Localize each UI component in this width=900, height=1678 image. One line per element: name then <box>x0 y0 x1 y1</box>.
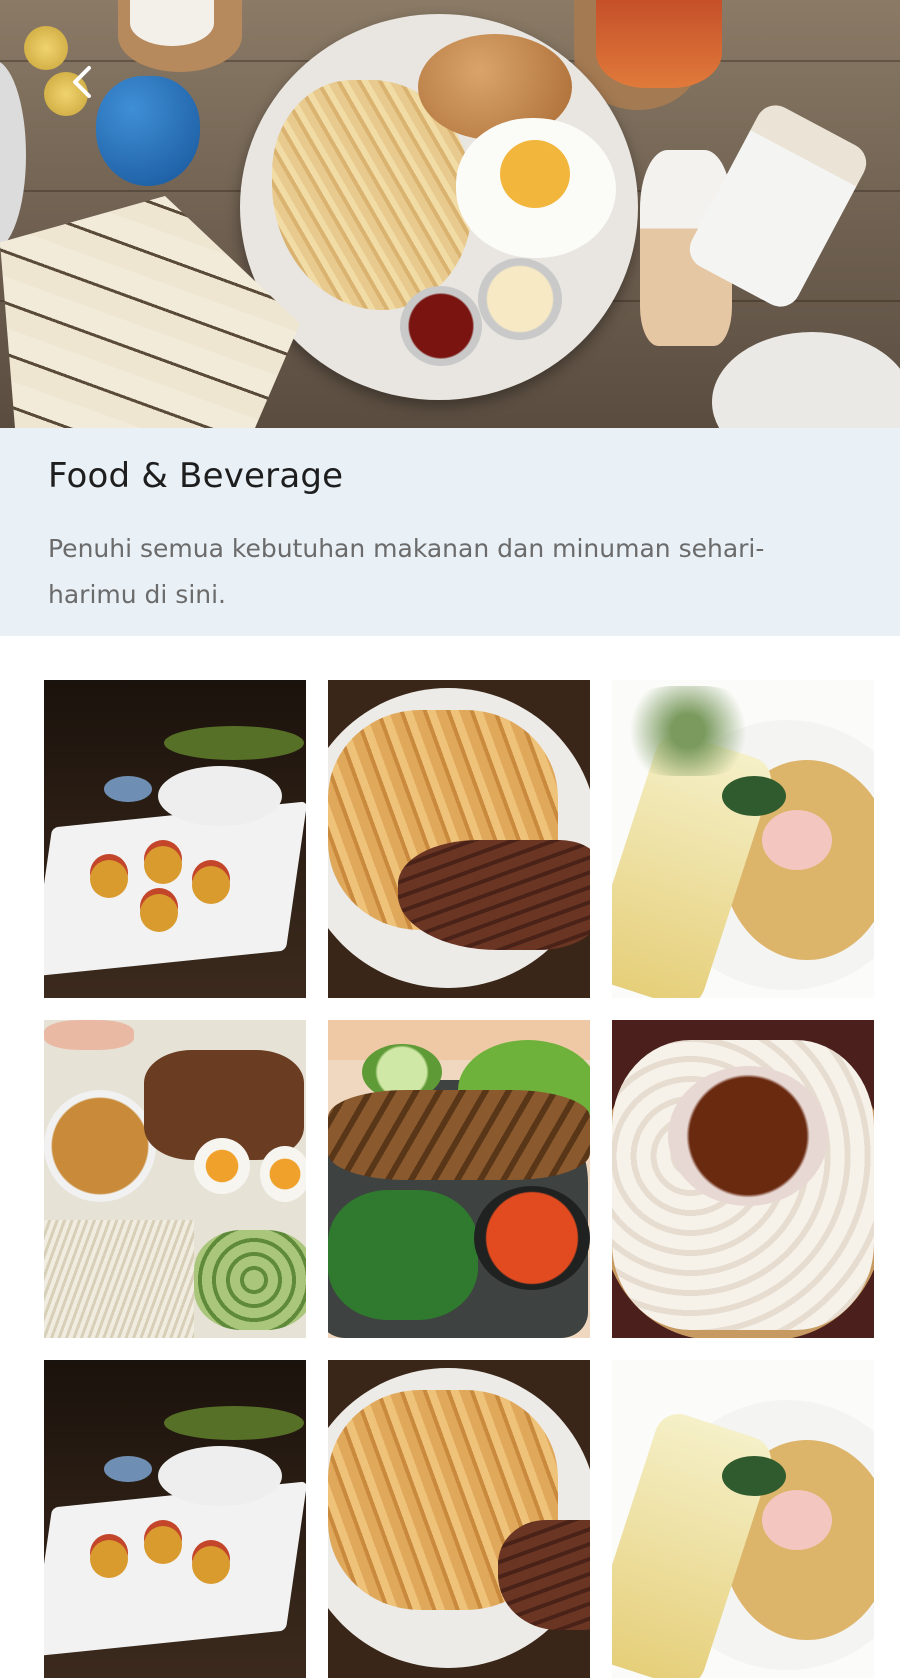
cup <box>130 0 214 46</box>
small-bowl <box>104 776 152 802</box>
herbs <box>164 1406 304 1440</box>
gallery-tile-gado-gado[interactable] <box>44 1020 306 1338</box>
bowl <box>158 766 282 826</box>
egg-yolk <box>500 140 570 208</box>
plate <box>44 1481 306 1657</box>
side-plate <box>0 60 26 250</box>
bruschetta-bite <box>192 1546 230 1584</box>
herbs <box>618 686 758 776</box>
food-gallery <box>0 636 900 1678</box>
category-description: Penuhi semua kebutuhan makanan dan minum… <box>48 534 765 609</box>
gallery-tile-fried-fish[interactable] <box>328 1020 590 1338</box>
category-title: Food & Beverage <box>48 456 344 496</box>
bean-sprouts <box>44 1220 194 1338</box>
peanut-sauce <box>44 1090 156 1202</box>
shrimp-ball <box>762 810 832 870</box>
basil <box>328 1190 478 1320</box>
herbs <box>164 726 304 760</box>
mayo-dip <box>478 258 562 340</box>
egg <box>194 1138 250 1194</box>
gallery-tile-rice-crackers[interactable] <box>612 1020 874 1338</box>
back-button[interactable] <box>58 58 106 106</box>
cucumber <box>194 1230 306 1330</box>
hero-image <box>0 0 900 428</box>
bruschetta-bite <box>144 846 182 884</box>
herb-leaf <box>722 1456 786 1496</box>
herb-leaf <box>722 776 786 816</box>
plate <box>44 801 306 977</box>
gallery-tile-bruschetta[interactable] <box>44 1360 306 1678</box>
gallery-tile-fries-steak[interactable] <box>328 1360 590 1678</box>
small-bowl <box>104 1456 152 1482</box>
gallery-tile-garlic-bread[interactable] <box>612 680 874 998</box>
gallery-tile-garlic-bread[interactable] <box>612 1360 874 1678</box>
chevron-left-icon <box>69 65 95 99</box>
fried-fish <box>328 1090 590 1180</box>
sambal <box>474 1186 590 1290</box>
gallery-tile-fries-steak[interactable] <box>328 680 590 998</box>
bruschetta-bite <box>90 1540 128 1578</box>
bruschetta-bite <box>144 1526 182 1564</box>
bruschetta-bite <box>90 860 128 898</box>
steak <box>398 840 590 950</box>
bruschetta-bite <box>140 894 178 932</box>
shrimp-ball <box>762 1490 832 1550</box>
cracker <box>44 1020 134 1050</box>
sambal-bowl <box>668 1066 828 1206</box>
bowl <box>158 1446 282 1506</box>
side-bowl <box>712 332 900 428</box>
drink-glass <box>596 0 722 88</box>
egg <box>260 1146 306 1202</box>
gallery-tile-bruschetta[interactable] <box>44 680 306 998</box>
ketchup-dip <box>400 286 482 366</box>
blue-vase <box>96 76 200 186</box>
bruschetta-bite <box>192 866 230 904</box>
